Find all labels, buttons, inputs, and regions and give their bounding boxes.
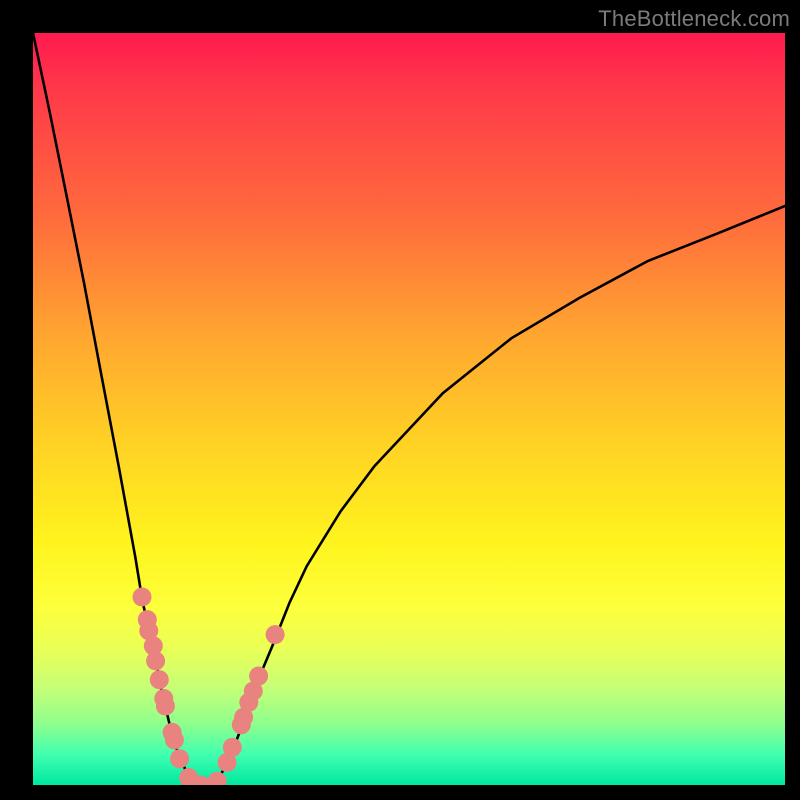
- chart-svg: [33, 33, 785, 785]
- data-point: [133, 588, 152, 607]
- data-point: [249, 667, 268, 686]
- data-point: [150, 670, 169, 689]
- data-point: [223, 738, 242, 757]
- scatter-right: [208, 625, 285, 785]
- data-point: [156, 697, 175, 716]
- data-point: [170, 749, 189, 768]
- scatter-left: [133, 588, 211, 786]
- bottleneck-curve: [33, 33, 785, 785]
- watermark-text: TheBottleneck.com: [598, 6, 790, 32]
- data-point: [266, 625, 285, 644]
- chart-frame: TheBottleneck.com: [0, 0, 800, 800]
- data-point: [165, 730, 184, 749]
- data-point: [146, 651, 165, 670]
- chart-plot-area: [33, 33, 785, 785]
- data-point: [208, 772, 227, 785]
